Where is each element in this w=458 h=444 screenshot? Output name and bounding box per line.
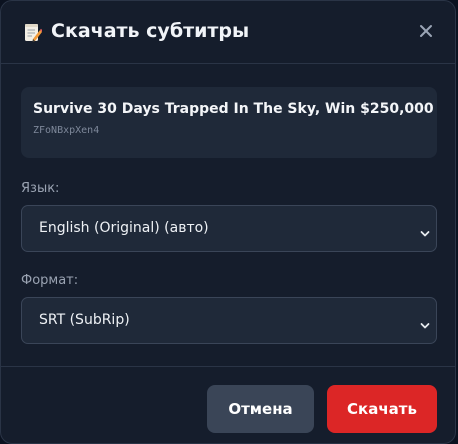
dialog-title: Скачать субтитры	[51, 20, 250, 42]
download-button[interactable]: Скачать	[327, 385, 437, 433]
video-id: ZFoNBxpXen4	[33, 125, 100, 136]
format-select-value: SRT (SubRip)	[39, 312, 130, 328]
format-label: Формат:	[21, 273, 79, 288]
chevron-down-icon	[420, 224, 430, 237]
format-select[interactable]: SRT (SubRip)	[21, 297, 437, 344]
language-label: Язык:	[21, 181, 60, 196]
video-title: Survive 30 Days Trapped In The Sky, Win …	[33, 101, 434, 117]
video-info-card: Survive 30 Days Trapped In The Sky, Win …	[21, 87, 437, 158]
chevron-down-icon	[420, 316, 430, 329]
dialog-footer: Отмена Скачать	[1, 366, 455, 443]
cancel-button[interactable]: Отмена	[207, 385, 314, 433]
download-subtitles-dialog: Скачать субтитры Survive 30 Days Trapped…	[0, 0, 456, 444]
dialog-header: Скачать субтитры	[1, 1, 455, 64]
language-select-value: English (Original) (авто)	[39, 220, 209, 236]
close-icon[interactable]	[415, 20, 437, 42]
language-select[interactable]: English (Original) (авто)	[21, 205, 437, 252]
memo-pencil-icon	[24, 22, 43, 42]
